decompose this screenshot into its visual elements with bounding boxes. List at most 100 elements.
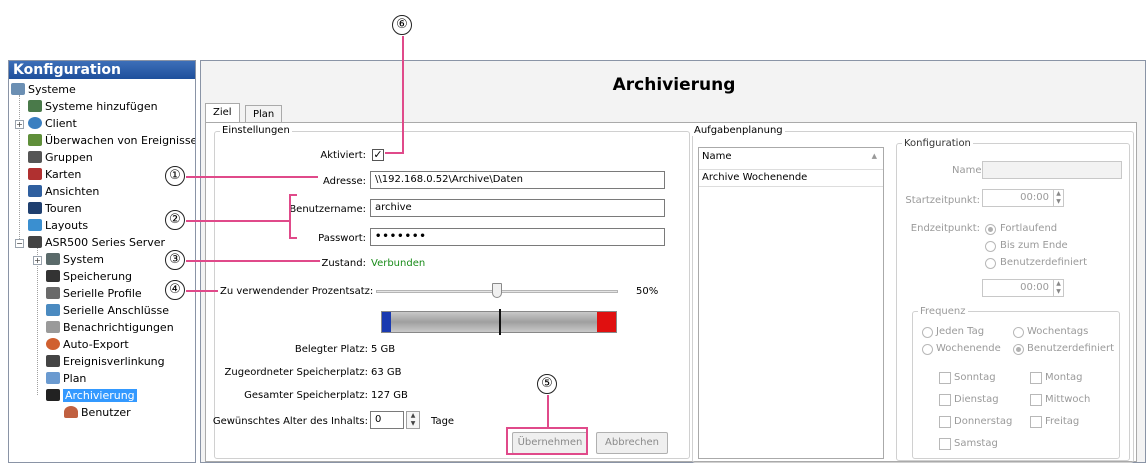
tree-item-benachrichtigungen[interactable]: Benachrichtigungen xyxy=(46,320,174,336)
day-label: Donnerstag xyxy=(954,416,1013,427)
tree-item-system[interactable]: System xyxy=(46,252,104,268)
tree-item-serielle-profile[interactable]: Serielle Profile xyxy=(46,286,142,302)
callout-3: ③ xyxy=(165,250,185,270)
tree-item-layouts[interactable]: Layouts xyxy=(28,218,88,234)
passwort-label: Passwort: xyxy=(318,233,366,244)
schedule-list[interactable]: Name ▲ Archive Wochenende xyxy=(698,147,884,459)
tree-item-ansichten[interactable]: Ansichten xyxy=(28,184,99,200)
cancel-button[interactable]: Abbrechen xyxy=(596,432,668,454)
callout-line xyxy=(402,36,404,153)
zustand-status: Verbunden xyxy=(371,258,426,269)
freq-option-label: Wochentags xyxy=(1027,326,1089,337)
tree-header: Konfiguration xyxy=(9,61,195,79)
groups-icon xyxy=(28,151,42,163)
tree-item-asr500-server[interactable]: ASR500 Series Server xyxy=(28,235,165,251)
end-option-label: Bis zum Ende xyxy=(1000,240,1068,251)
config-name-field[interactable] xyxy=(982,161,1122,179)
collapse-toggle[interactable]: − xyxy=(15,239,24,248)
aktiviert-checkbox[interactable]: ✓ xyxy=(372,149,384,161)
systems-icon xyxy=(11,83,25,95)
freq-option-label: Jeden Tag xyxy=(936,326,985,337)
day-label: Freitag xyxy=(1045,416,1080,427)
passwort-field[interactable]: ••••••• xyxy=(370,228,665,246)
end-radio-benutzerdefiniert[interactable] xyxy=(985,258,996,269)
day-checkbox-samstag[interactable] xyxy=(939,438,951,450)
serial-profile-icon xyxy=(46,287,60,299)
freq-radio-wochenende[interactable] xyxy=(922,344,933,355)
day-checkbox-sonntag[interactable] xyxy=(939,372,951,384)
adresse-field[interactable]: \\192.168.0.52\Archive\Daten xyxy=(370,171,665,189)
tree-item-touren[interactable]: Touren xyxy=(28,201,82,217)
belegter-label: Belegter Platz: xyxy=(294,344,368,355)
config-legend: Konfiguration xyxy=(902,138,973,149)
server-icon xyxy=(28,236,42,248)
tree-item-karten[interactable]: Karten xyxy=(28,167,81,183)
day-checkbox-dienstag[interactable] xyxy=(939,394,951,406)
start-time-spinner[interactable]: ▲ ▼ xyxy=(1053,190,1063,206)
freq-radio-jeden-tag[interactable] xyxy=(922,327,933,338)
expand-toggle[interactable]: + xyxy=(15,120,24,129)
zugeordneter-value: 63 GB xyxy=(371,367,402,378)
tours-icon xyxy=(28,202,42,214)
gesamter-label: Gesamter Speicherplatz: xyxy=(244,390,368,401)
callout-line xyxy=(186,290,218,292)
tree-item-systeme[interactable]: Systeme xyxy=(11,82,76,98)
tree-item-client[interactable]: Client xyxy=(28,116,77,132)
end-time-field[interactable]: 00:00 xyxy=(982,279,1064,297)
alter-unit: Tage xyxy=(431,416,455,427)
day-checkbox-freitag[interactable] xyxy=(1030,416,1042,428)
tree-item-auto-export[interactable]: Auto-Export xyxy=(46,337,129,353)
alter-field[interactable]: 0 xyxy=(370,411,404,429)
tab-ziel[interactable]: Ziel xyxy=(205,103,240,123)
freq-radio-benutzerdefiniert[interactable] xyxy=(1013,344,1024,355)
event-link-icon xyxy=(46,355,60,367)
callout-line xyxy=(289,194,297,196)
day-label: Mittwoch xyxy=(1045,394,1091,405)
list-item[interactable]: Archive Wochenende xyxy=(699,170,883,187)
callout-1: ① xyxy=(165,166,185,186)
day-label: Sonntag xyxy=(954,372,996,383)
end-time-spinner[interactable]: ▲ ▼ xyxy=(1053,280,1063,296)
tree-item-speicherung[interactable]: Speicherung xyxy=(46,269,132,285)
used-space-segment xyxy=(382,312,391,332)
prozentsatz-label: Zu verwendender Prozentsatz: xyxy=(220,286,374,297)
day-checkbox-mittwoch[interactable] xyxy=(1030,394,1042,406)
end-radio-bis-zum-ende[interactable] xyxy=(985,241,996,252)
calendar-icon xyxy=(46,372,60,384)
day-checkbox-montag[interactable] xyxy=(1030,372,1042,384)
tree-item-benutzer[interactable]: Benutzer xyxy=(64,405,131,421)
alter-label: Gewünschtes Alter des Inhalts: xyxy=(212,416,368,427)
views-icon xyxy=(28,185,42,197)
prozentsatz-value: 50% xyxy=(636,286,659,297)
mail-icon xyxy=(46,321,60,333)
prozentsatz-slider-thumb[interactable] xyxy=(492,283,502,298)
tree-item-ueberwachen[interactable]: Überwachen von Ereignissen xyxy=(28,133,195,149)
tree-item-ereignisverlinkung[interactable]: Ereignisverlinkung xyxy=(46,354,165,370)
end-radio-fortlaufend[interactable] xyxy=(985,224,996,235)
event-monitor-icon xyxy=(28,134,42,146)
callout-line xyxy=(289,194,291,239)
day-checkbox-donnerstag[interactable] xyxy=(939,416,951,428)
day-label: Dienstag xyxy=(954,394,999,405)
auto-export-icon xyxy=(46,338,60,350)
name-column-header[interactable]: Name ▲ xyxy=(699,148,883,170)
start-time-field[interactable]: 00:00 xyxy=(982,189,1064,207)
freq-option-label: Benutzerdefiniert xyxy=(1027,343,1115,354)
day-label: Montag xyxy=(1045,372,1083,383)
schedule-legend: Aufgabenplanung xyxy=(692,125,785,136)
storage-usage-bar xyxy=(381,309,617,335)
tree-item-archivierung[interactable]: Archivierung xyxy=(46,388,137,404)
tree-item-plan[interactable]: Plan xyxy=(46,371,86,387)
end-option-label: Fortlaufend xyxy=(1000,223,1058,234)
tree-item-gruppen[interactable]: Gruppen xyxy=(28,150,93,166)
config-name-label: Name: xyxy=(952,165,985,176)
expand-toggle[interactable]: + xyxy=(33,256,42,265)
alter-spinner[interactable]: ▲ ▼ xyxy=(406,411,420,429)
tab-plan[interactable]: Plan xyxy=(245,105,283,123)
benutzername-field[interactable]: archive xyxy=(370,199,665,217)
tree-item-systeme-hinzufuegen[interactable]: Systeme hinzufügen xyxy=(28,99,158,115)
callout-line xyxy=(385,152,404,154)
freq-radio-wochentags[interactable] xyxy=(1013,327,1024,338)
tree-item-serielle-anschluesse[interactable]: Serielle Anschlüsse xyxy=(46,303,169,319)
tab-content: Einstellungen Aktiviert: ✓ Adresse: \\19… xyxy=(205,122,1137,463)
